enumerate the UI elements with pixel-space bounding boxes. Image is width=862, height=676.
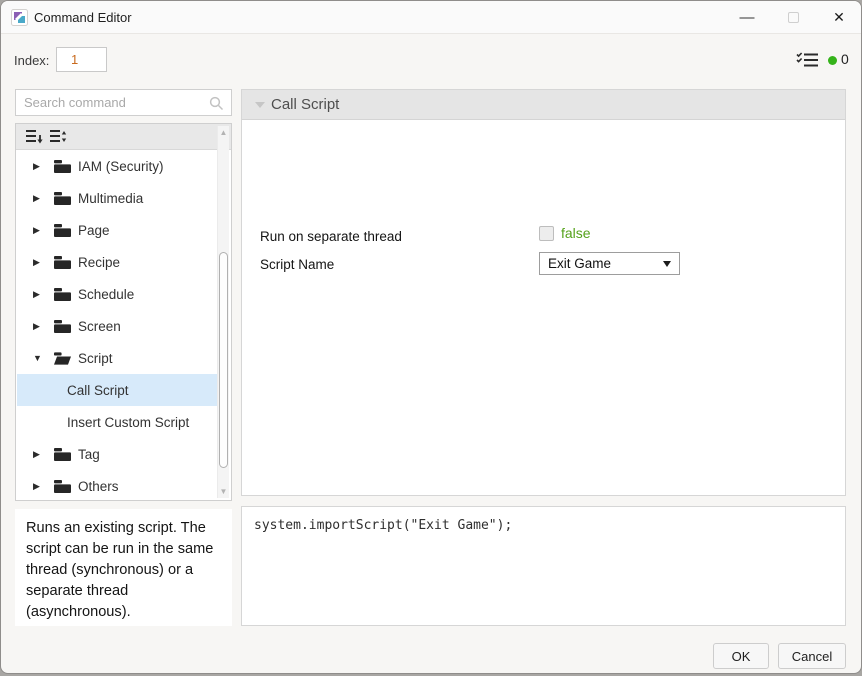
collapse-all-icon[interactable] <box>25 129 43 145</box>
tree-item-insert-custom-script[interactable]: Insert Custom Script <box>17 406 220 438</box>
index-label: Index: <box>14 53 50 68</box>
tree-item-label: Schedule <box>78 286 135 302</box>
status-count: 0 <box>841 51 849 67</box>
expand-all-icon[interactable] <box>49 129 67 145</box>
folder-closed-icon <box>54 288 71 301</box>
chevron-right-icon[interactable]: ▶ <box>33 289 45 300</box>
tree-item-tag[interactable]: ▶ Tag <box>17 438 220 470</box>
folder-open-icon <box>54 352 71 365</box>
search-input[interactable] <box>16 90 231 115</box>
folder-closed-icon <box>54 480 71 493</box>
chevron-down-icon[interactable]: ▼ <box>33 353 45 363</box>
tree-item-label: Tag <box>78 446 100 462</box>
scroll-down-icon[interactable]: ▼ <box>218 487 229 496</box>
chevron-right-icon[interactable]: ▶ <box>33 449 45 460</box>
tree-item-label: Others <box>78 478 119 494</box>
tree-toolbar <box>16 124 231 150</box>
cancel-button[interactable]: Cancel <box>778 643 846 669</box>
command-description-box: Runs an existing script. The script can … <box>15 509 232 626</box>
status-dot-icon <box>828 56 837 65</box>
app-logo-icon <box>11 9 28 26</box>
tree-item-label: Multimedia <box>78 190 144 206</box>
tree-item-label: Insert Custom Script <box>67 414 190 430</box>
tree-item-page[interactable]: ▶ Page <box>17 214 220 246</box>
script-name-dropdown[interactable]: Exit Game <box>539 252 680 275</box>
folder-closed-icon <box>54 224 71 237</box>
chevron-right-icon[interactable]: ▶ <box>33 225 45 236</box>
tree-item-schedule[interactable]: ▶ Schedule <box>17 278 220 310</box>
chevron-right-icon[interactable]: ▶ <box>33 257 45 268</box>
titlebar: Command Editor — ✕ <box>1 1 861 34</box>
generated-code: system.importScript("Exit Game"); <box>254 518 513 533</box>
folder-closed-icon <box>54 192 71 205</box>
folder-closed-icon <box>54 320 71 333</box>
tree-item-screen[interactable]: ▶ Screen <box>17 310 220 342</box>
search-icon <box>209 96 224 111</box>
command-editor-window: Command Editor — ✕ Index: 0 <box>0 0 862 674</box>
tree-item-label: Recipe <box>78 254 121 270</box>
scrollbar-thumb[interactable] <box>219 252 228 468</box>
maximize-button[interactable] <box>780 5 806 29</box>
index-input[interactable] <box>56 47 107 72</box>
tree-scrollbar[interactable]: ▲ ▼ <box>217 126 229 498</box>
chevron-right-icon[interactable]: ▶ <box>33 481 45 492</box>
tree-item-label: IAM (Security) <box>78 158 164 174</box>
tree-item-label: Script <box>78 350 113 366</box>
minimize-button[interactable]: — <box>734 5 760 29</box>
thread-checkbox[interactable] <box>539 226 554 241</box>
ok-button[interactable]: OK <box>713 643 769 669</box>
thread-field-label: Run on separate thread <box>260 229 402 244</box>
search-box <box>15 89 232 116</box>
thread-value: false <box>561 225 591 241</box>
dropdown-arrow-icon <box>663 261 671 267</box>
folder-closed-icon <box>54 160 71 173</box>
chevron-right-icon[interactable]: ▶ <box>33 161 45 172</box>
tree-item-multimedia[interactable]: ▶ Multimedia <box>17 182 220 214</box>
command-tree-panel: ▶ IAM (Security) ▶ Multimedia ▶ Page ▶ R… <box>15 123 232 501</box>
config-title: Call Script <box>271 96 340 113</box>
tree-item-call-script[interactable]: Call Script <box>17 374 220 406</box>
chevron-down-icon <box>255 102 265 108</box>
dropdown-selected-value: Exit Game <box>548 256 612 271</box>
command-description: Runs an existing script. The script can … <box>26 520 214 620</box>
chevron-right-icon[interactable]: ▶ <box>33 321 45 332</box>
tree-item-recipe[interactable]: ▶ Recipe <box>17 246 220 278</box>
tree-item-label: Call Script <box>67 382 129 398</box>
config-header[interactable]: Call Script <box>242 90 845 120</box>
script-name-label: Script Name <box>260 257 335 272</box>
tree-item-label: Page <box>78 222 110 238</box>
code-preview-panel[interactable]: system.importScript("Exit Game"); <box>241 506 846 626</box>
folder-closed-icon <box>54 448 71 461</box>
window-title: Command Editor <box>34 10 132 25</box>
tree-item-label: Screen <box>78 318 121 334</box>
tree-item-iam-security[interactable]: ▶ IAM (Security) <box>17 150 220 182</box>
tree-item-others[interactable]: ▶ Others <box>17 470 220 502</box>
tree-item-script[interactable]: ▼ Script <box>17 342 220 374</box>
scroll-up-icon[interactable]: ▲ <box>218 128 229 137</box>
chevron-right-icon[interactable]: ▶ <box>33 193 45 204</box>
folder-closed-icon <box>54 256 71 269</box>
close-button[interactable]: ✕ <box>826 5 852 29</box>
command-list-icon[interactable] <box>796 52 819 68</box>
command-config-panel: Call Script Run on separate thread false… <box>241 89 846 496</box>
